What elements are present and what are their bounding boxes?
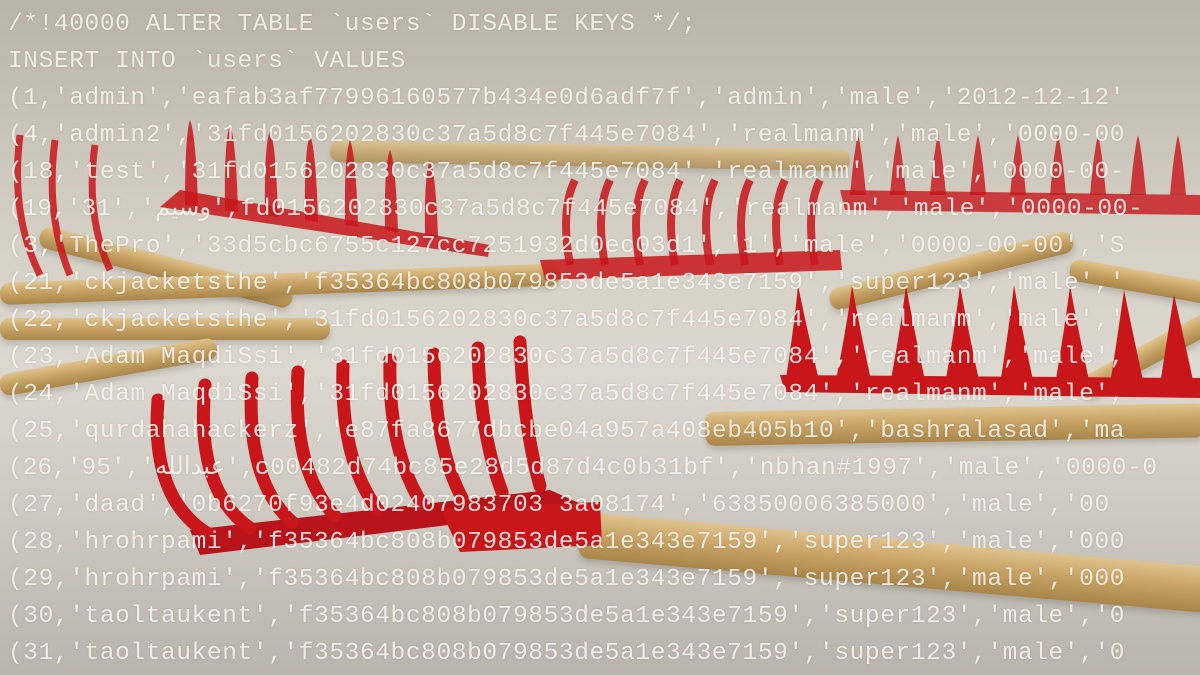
sql-line: (4,'admin2','31fd0156202830c37a5d8c7f445… bbox=[8, 122, 1126, 149]
sql-line: (25,'qurdahahackerz','e87fa8677dbcbe04a9… bbox=[8, 418, 1126, 445]
sql-line: (28,'hrohrpami','f35364bc808b079853de5a1… bbox=[8, 529, 1126, 556]
sql-line: (23,'Adam MaqdiSsi','31fd0156202830c37a5… bbox=[8, 344, 1126, 371]
sql-line: (3,'ThePro','33d5cbc6755c127cc7251932d0e… bbox=[8, 233, 1126, 260]
sql-line: (27,'daad','0b6270f93e4d02407983703 3a08… bbox=[8, 492, 1110, 519]
sql-line: (18,'test','31fd0156202830c37a5d8c7f445e… bbox=[8, 159, 1126, 186]
sql-line: (21,'ckjacketsthe','f35364bc808b079853de… bbox=[8, 270, 1126, 297]
sql-line: (29,'hrohrpami','f35364bc808b079853de5a1… bbox=[8, 566, 1126, 593]
sql-line: (19,'31','وسيم',fd0156202830c37a5d8c7f44… bbox=[8, 196, 1144, 223]
sql-dump-overlay: /*!40000 ALTER TABLE `users` DISABLE KEY… bbox=[8, 6, 1158, 672]
sql-line: (31,'taoltaukent','f35364bc808b079853de5… bbox=[8, 640, 1126, 667]
sql-line: (24,'Adam MaqdiSsi','31fd0156202830c37a5… bbox=[8, 381, 1126, 408]
sql-line: (30,'taoltaukent','f35364bc808b079853de5… bbox=[8, 603, 1126, 630]
sql-line: (22,'ckjacketsthe','31fd0156202830c37a5d… bbox=[8, 307, 1126, 334]
sql-line: /*!40000 ALTER TABLE `users` DISABLE KEY… bbox=[8, 11, 697, 38]
sql-line: (26,'95','عبدالله',c00482d74bc85e28d5d87… bbox=[8, 455, 1158, 482]
sql-line: INSERT INTO `users` VALUES bbox=[8, 48, 406, 75]
sql-line: (1,'admin','eafab3af77996160577b434e0d6a… bbox=[8, 85, 1126, 112]
